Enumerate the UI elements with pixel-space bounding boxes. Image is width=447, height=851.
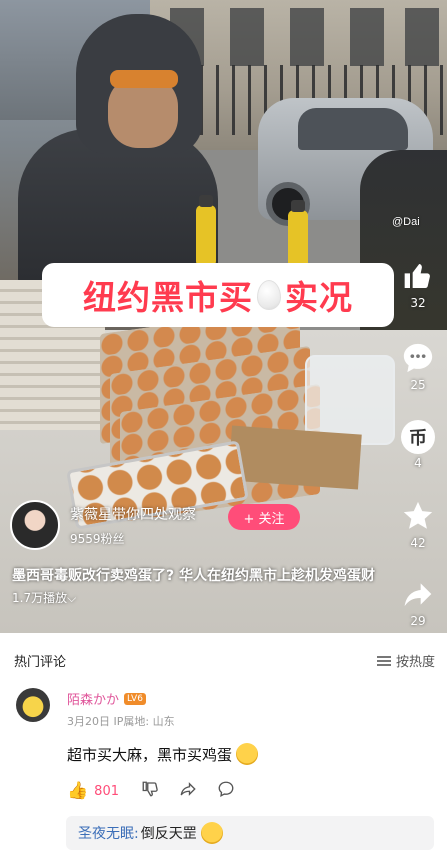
- play-count: 1.7万播放: [12, 591, 68, 605]
- egg-icon: [257, 280, 281, 310]
- comments-section: 热门评论 按热度 陌森かか LV6 3月20日 IP属地: 山东 超市买大麻，黑…: [0, 633, 447, 851]
- laughing-emoji-icon: [236, 743, 259, 765]
- coin-icon: 币: [401, 420, 435, 454]
- reply-text: 倒反天罡: [140, 826, 197, 842]
- caption-text: 墨西哥毒贩改行卖鸡蛋了? 华人在纽约黑市上趁机发鸡蛋财: [12, 568, 375, 584]
- like-count: 32: [410, 296, 426, 310]
- title-text-end: 实况: [285, 278, 353, 317]
- comment-body: 超市买大麻，黑市买鸡蛋: [67, 745, 233, 764]
- video-title-banner: 纽约黑市买 实况: [42, 263, 394, 327]
- thumbs-down-icon[interactable]: [141, 780, 159, 802]
- comment-actions: 👍 801: [67, 780, 255, 802]
- thumbs-up-icon: [400, 258, 436, 294]
- cardboard-sign: [228, 425, 362, 490]
- author-avatar[interactable]: [10, 500, 60, 550]
- share-arrow-icon: [400, 576, 436, 612]
- author-followers: 9559粉丝: [70, 531, 125, 546]
- commenter-name[interactable]: 陌森かか: [67, 689, 119, 708]
- commenter-name-row: 陌森かか LV6: [67, 689, 146, 708]
- comments-header: 热门评论: [14, 655, 67, 670]
- sort-toggle[interactable]: 按热度: [376, 651, 435, 670]
- chevron-down-icon[interactable]: ⌵: [67, 591, 76, 605]
- favorite-count: 42: [410, 536, 426, 550]
- reply-bubble-icon[interactable]: [217, 780, 235, 802]
- commenter-avatar[interactable]: [16, 688, 50, 722]
- share-count: 29: [410, 614, 426, 628]
- follow-button[interactable]: + 关注: [228, 504, 300, 530]
- sort-lines-icon: [376, 655, 391, 666]
- comment-date: 3月20日: [67, 715, 110, 728]
- comment-like-count: 801: [94, 783, 119, 799]
- author-info: 紫薇星带你四处观察 9559粉丝: [10, 500, 196, 550]
- comment-meta: 3月20日 IP属地: 山东: [67, 713, 175, 729]
- watermark: @Dai: [392, 216, 420, 228]
- comment-location: IP属地: 山东: [113, 715, 175, 728]
- sort-label: 按热度: [395, 655, 435, 670]
- video-player[interactable]: 纽约黑市买 实况 @Dai 32 25 币 4 42 29 紫薇星带你四处观察 …: [0, 0, 447, 633]
- coin-count: 4: [414, 456, 422, 470]
- comment-text: 超市买大麻，黑市买鸡蛋: [67, 743, 259, 765]
- video-caption: 墨西哥毒贩改行卖鸡蛋了? 华人在纽约黑市上趁机发鸡蛋财 1.7万播放⌵: [12, 565, 392, 609]
- comment-bubble-icon: [400, 340, 436, 376]
- title-text: 纽约黑市买: [83, 278, 253, 317]
- like-button[interactable]: 32: [395, 258, 441, 310]
- thumbs-up-icon[interactable]: 👍: [67, 781, 88, 801]
- share-icon[interactable]: [179, 780, 197, 802]
- reply-username[interactable]: 圣夜无眠:: [78, 823, 139, 843]
- comment-count: 25: [410, 378, 426, 392]
- egg-vendor: [18, 14, 218, 289]
- comment-button[interactable]: 25: [395, 340, 441, 392]
- emoji-icon: [200, 822, 223, 844]
- star-icon: [400, 498, 436, 534]
- reply-preview[interactable]: 圣夜无眠: 倒反天罡: [66, 816, 434, 850]
- yellow-bottle: [196, 195, 216, 267]
- coin-button[interactable]: 币 4: [395, 420, 441, 470]
- favorite-button[interactable]: 42: [395, 498, 441, 550]
- author-name[interactable]: 紫薇星带你四处观察: [70, 504, 196, 524]
- level-badge: LV6: [124, 692, 146, 705]
- share-button[interactable]: 29: [395, 576, 441, 628]
